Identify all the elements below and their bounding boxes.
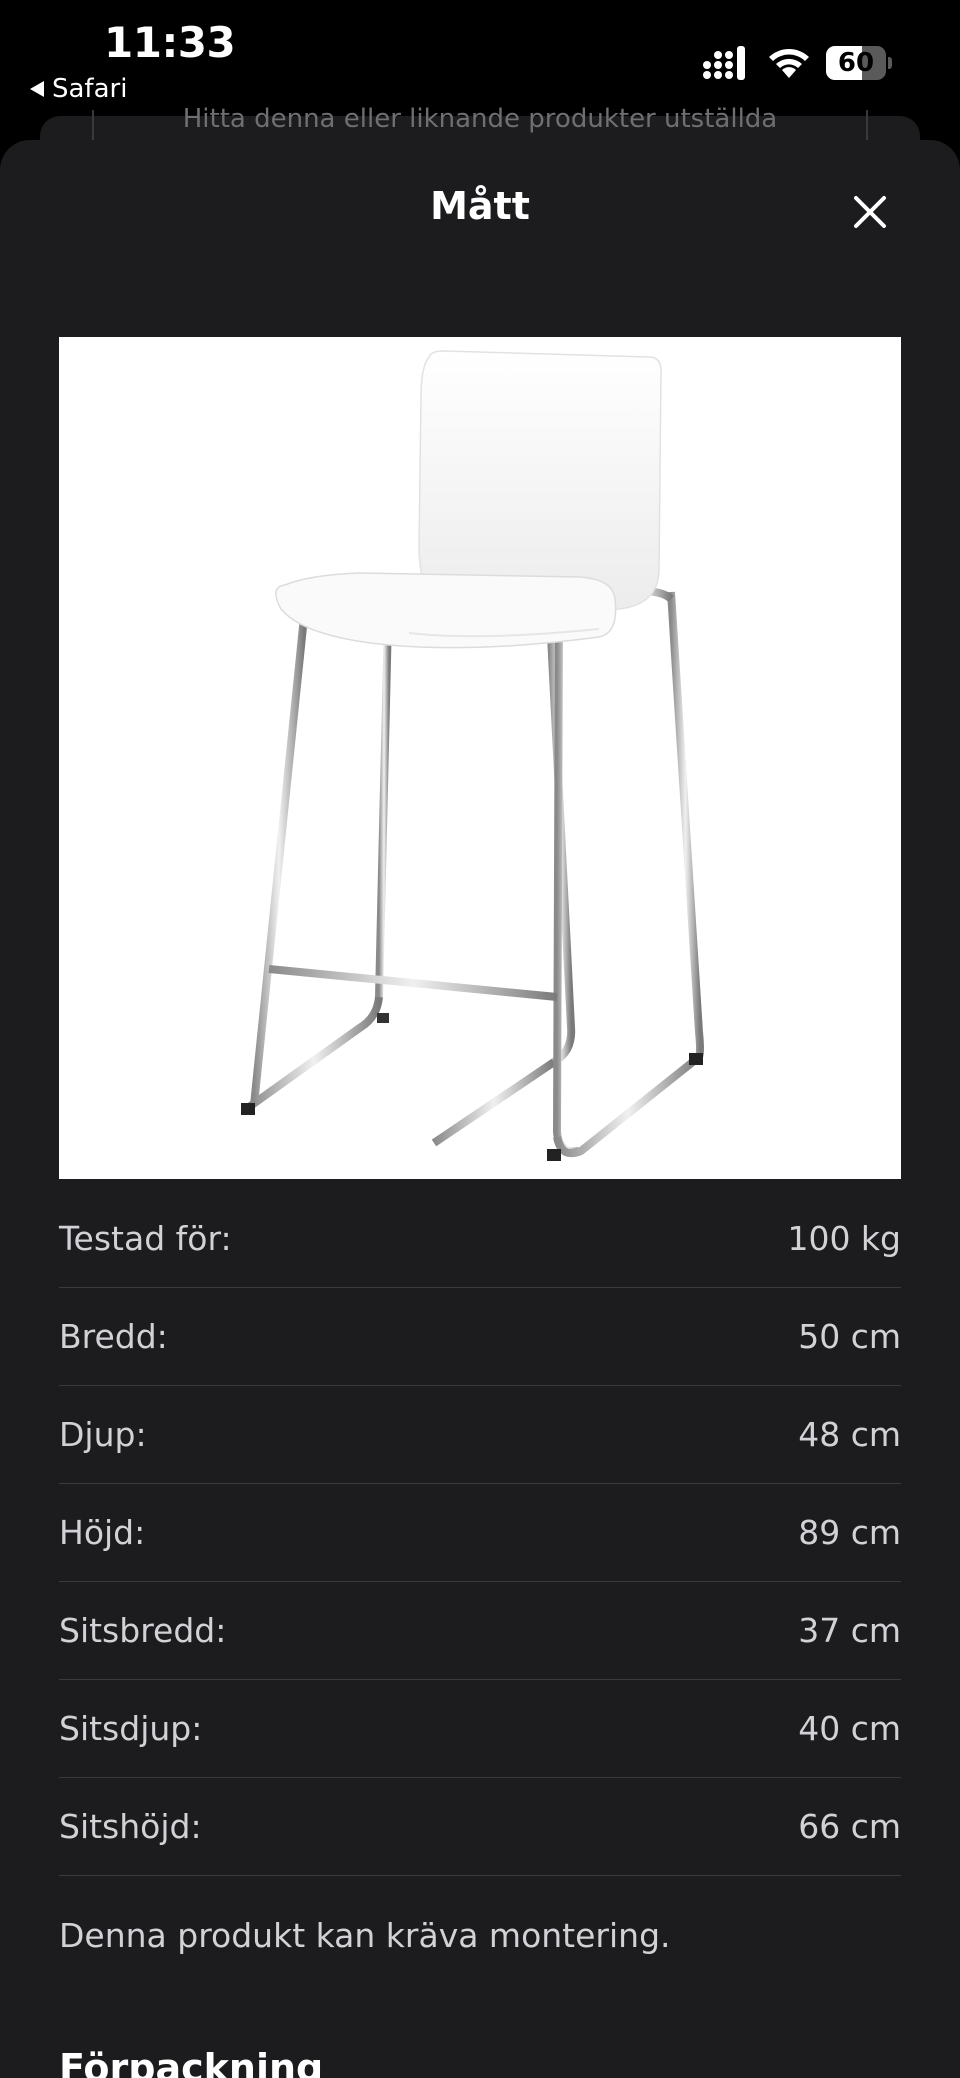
bar-stool-illustration — [241, 350, 704, 1161]
background-page-text: Hitta denna eller liknande produkter uts… — [182, 104, 778, 134]
dimension-row: Bredd: 50 cm — [59, 1288, 901, 1386]
battery-icon: 60 — [826, 46, 894, 80]
back-to-safari-button[interactable]: Safari — [30, 74, 127, 104]
close-icon — [854, 196, 886, 228]
sheet-title: Mått — [430, 184, 530, 228]
battery-level: 60 — [837, 48, 875, 78]
packaging-heading: Förpackning — [59, 2046, 324, 2078]
dimension-row: Testad för: 100 kg — [59, 1190, 901, 1288]
back-label: Safari — [52, 74, 128, 104]
cellular-signal-icon — [703, 46, 745, 80]
dimension-row: Sitsbredd: 37 cm — [59, 1582, 901, 1680]
dimension-label: Bredd: — [59, 1317, 168, 1356]
dimension-label: Sitshöjd: — [59, 1807, 202, 1846]
dimension-value: 40 cm — [798, 1709, 901, 1748]
product-image — [59, 337, 901, 1179]
dimension-value: 66 cm — [798, 1807, 901, 1846]
dimension-value: 50 cm — [798, 1317, 901, 1356]
dimension-label: Djup: — [59, 1415, 147, 1454]
dimension-value: 89 cm — [798, 1513, 901, 1552]
dimension-label: Sitsbredd: — [59, 1611, 227, 1650]
close-button[interactable] — [842, 184, 898, 240]
back-arrow-icon — [30, 81, 44, 97]
dimensions-sheet: Mått Testad för: 100 kg Bredd: 50 cm Dju… — [0, 140, 960, 2078]
dimension-value: 48 cm — [798, 1415, 901, 1454]
assembly-note: Denna produkt kan kräva montering. — [59, 1916, 671, 1955]
status-time: 11:33 — [104, 18, 236, 67]
dimension-label: Sitsdjup: — [59, 1709, 203, 1748]
dimension-label: Höjd: — [59, 1513, 146, 1552]
dimension-value: 37 cm — [798, 1611, 901, 1650]
dimensions-list: Testad för: 100 kg Bredd: 50 cm Djup: 48 cm Hö… — [59, 1190, 901, 1876]
dimension-row: Höjd: 89 cm — [59, 1484, 901, 1582]
dimension-value: 100 kg — [787, 1219, 901, 1258]
wifi-icon — [769, 49, 809, 78]
status-bar: 11:33 Safari 60 — [0, 0, 960, 120]
dimension-row: Sitsdjup: 40 cm — [59, 1680, 901, 1778]
screen: 11:33 Safari 60 Hitta denna eller liknan… — [0, 0, 960, 2078]
dimension-label: Testad för: — [59, 1219, 232, 1258]
dimension-row: Sitshöjd: 66 cm — [59, 1778, 901, 1876]
dimension-row: Djup: 48 cm — [59, 1386, 901, 1484]
